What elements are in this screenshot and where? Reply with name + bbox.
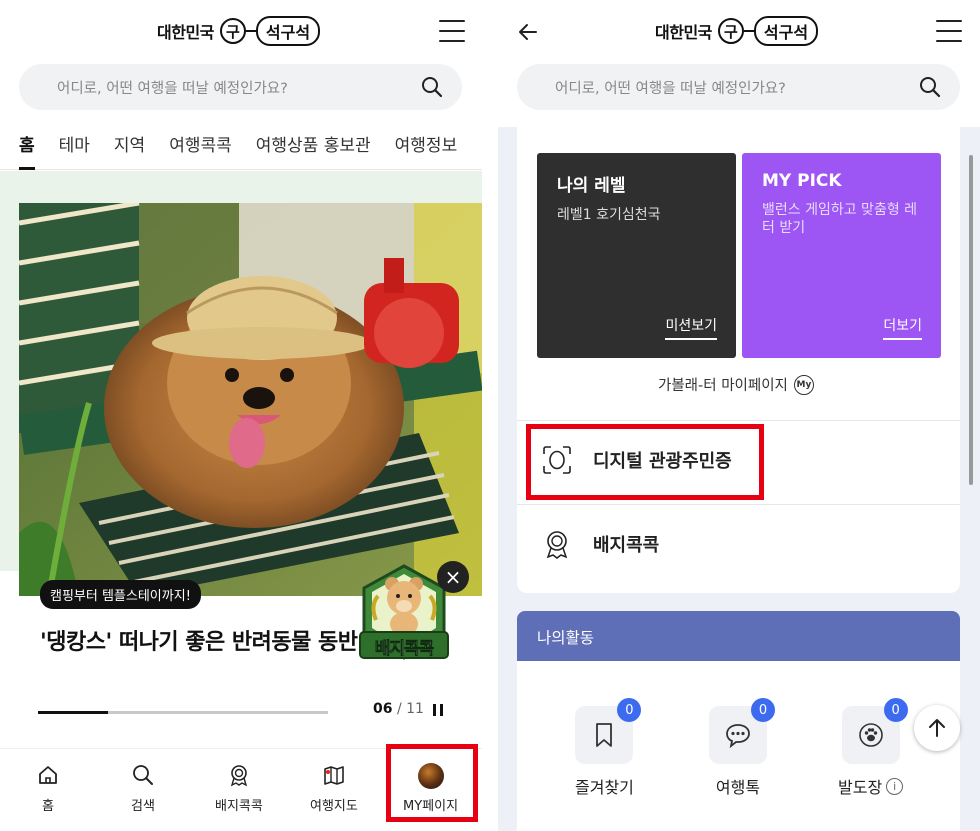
logo-connector: [743, 30, 754, 32]
search-icon[interactable]: [420, 75, 444, 99]
divider: [517, 504, 960, 505]
divider: [517, 420, 960, 421]
tab-product-promo[interactable]: 여행상품 홍보관: [256, 118, 371, 170]
search-placeholder: 어디로, 어떤 여행을 떠날 예정인가요?: [57, 80, 288, 97]
travel-talk-count: 0: [751, 698, 775, 722]
logo-gu-circle: 구: [717, 18, 744, 44]
activity-bookmarks[interactable]: 0 즐겨찾기: [575, 698, 642, 798]
logo-gu-circle: 구: [219, 18, 246, 44]
badge-icon: [230, 765, 248, 787]
bookmark-icon: [596, 723, 613, 747]
my-pick-title: MY PICK: [762, 171, 842, 191]
dog-photo: [19, 203, 482, 596]
mypage-header: 대한민국 구 석구석 어디로, 어떤 여행을 떠날 예정인가요?: [498, 0, 980, 127]
back-arrow-icon[interactable]: [516, 20, 540, 44]
nav-map[interactable]: 여행지도: [310, 763, 358, 814]
tab-travel-kokkok[interactable]: 여행콕콕: [169, 118, 232, 170]
search-icon: [133, 765, 153, 785]
search-placeholder: 어디로, 어떤 여행을 떠날 예정인가요?: [555, 80, 786, 97]
logo-connector: [245, 30, 256, 32]
pause-icon[interactable]: [433, 704, 443, 716]
scroll-top-button[interactable]: [914, 705, 960, 751]
my-activity-header: 나의활동: [517, 611, 960, 661]
tab-region[interactable]: 지역: [114, 118, 145, 170]
my-level-card[interactable]: 나의 레벨 레벨1 호기심천국 미션보기: [537, 153, 736, 358]
scrollbar[interactable]: [969, 155, 973, 485]
nav-badge-label: 배지콕콕: [215, 799, 263, 814]
slide-progress: [38, 711, 328, 714]
home-screen: 대한민국 구 석구석 어디로, 어떤 여행을 떠날 예정인가요? 홈 테마 지역…: [0, 0, 482, 831]
bookmark-icon-box: 0: [575, 698, 642, 764]
bookmark-label: 즐겨찾기: [575, 778, 634, 797]
logo-mark: 구 석구석: [219, 16, 321, 46]
site-logo[interactable]: 대한민국 구 석구석: [655, 16, 819, 46]
nav-home[interactable]: 홈: [36, 763, 60, 814]
nav-map-label: 여행지도: [310, 799, 358, 814]
search-icon[interactable]: [918, 75, 942, 99]
mypage-screen: 대한민국 구 석구석 어디로, 어떤 여행을 떠날 예정인가요? 나의 레벨 레…: [498, 0, 980, 831]
hero-image[interactable]: [19, 203, 482, 596]
nav-badge[interactable]: 배지콕콕: [215, 763, 263, 814]
mission-view-link[interactable]: 미션보기: [665, 315, 717, 340]
logo-korea-text: 대한민국: [157, 23, 214, 42]
footprints-label-row: 발도장 i: [838, 774, 904, 798]
tab-theme[interactable]: 테마: [59, 118, 90, 170]
menu-icon[interactable]: [439, 20, 465, 42]
logo-korea-text: 대한민국: [655, 23, 712, 42]
menu-icon[interactable]: [936, 20, 962, 42]
logo-pill: 석구석: [255, 16, 321, 46]
screen: 대한민국 구 석구석 어디로, 어떤 여행을 떠날 예정인가요? 홈 테마 지역…: [0, 0, 980, 831]
activity-travel-talk[interactable]: 0 여행톡: [709, 698, 775, 798]
mypage-link-label: 가볼래-터 마이페이지: [658, 378, 788, 394]
nav-search[interactable]: 검색: [131, 763, 155, 814]
tab-home[interactable]: 홈: [19, 118, 35, 170]
my-level-title: 나의 레벨: [557, 176, 626, 196]
hero-badge: 캠핑부터 템플스테이까지!: [40, 580, 201, 609]
tab-travel-info[interactable]: 여행정보: [395, 118, 458, 170]
mypage-link[interactable]: 가볼래-터 마이페이지 My: [658, 374, 814, 395]
footprints-count: 0: [883, 698, 908, 722]
search-bar[interactable]: 어디로, 어떤 여행을 떠날 예정인가요?: [517, 64, 960, 110]
my-icon: My: [793, 374, 814, 395]
arrow-up-icon: [929, 719, 945, 737]
slide-progress-fill: [38, 711, 108, 714]
chat-bubble-icon: [726, 724, 750, 749]
my-level-desc: 레벨1 호기심천국: [557, 207, 661, 223]
floating-badge-text: 배지콕콕: [374, 639, 434, 660]
hero-title[interactable]: '댕캉스' 떠나기 좋은 반려동물 동반: [40, 624, 360, 656]
chat-icon-box: 0: [709, 698, 775, 764]
slide-separator: /: [396, 701, 402, 717]
info-icon[interactable]: i: [886, 777, 904, 795]
category-tabs: 홈 테마 지역 여행콕콕 여행상품 홍보관 여행정보: [0, 118, 482, 170]
more-link[interactable]: 더보기: [883, 315, 922, 340]
nav-home-label: 홈: [42, 799, 54, 814]
logo-pill: 석구석: [753, 16, 819, 46]
footprints-label: 발도장: [838, 778, 883, 797]
my-pick-desc: 밸런스 게임하고 맞춤형 레터 받기: [762, 202, 918, 236]
medal-icon: [546, 531, 568, 559]
travel-talk-label: 여행톡: [715, 778, 761, 797]
site-logo[interactable]: 대한민국 구 석구석: [157, 16, 321, 46]
highlight-digital-card-box: [526, 424, 764, 500]
badge-kokkok-item[interactable]: 배지콕콕: [541, 528, 659, 560]
paw-icon-box: 0: [841, 698, 908, 764]
highlight-mypage-box: [386, 744, 478, 822]
map-icon: [324, 766, 344, 785]
activity-footprints[interactable]: 0 발도장 i: [838, 698, 908, 798]
floating-badge-close-button[interactable]: ×: [437, 561, 469, 593]
slide-counter: 06 / 11: [373, 701, 424, 717]
logo-mark: 구 석구석: [717, 16, 819, 46]
slide-total: 11: [406, 701, 424, 717]
home-icon: [39, 766, 57, 784]
search-bar[interactable]: 어디로, 어떤 여행을 떠날 예정인가요?: [19, 64, 462, 110]
nav-search-label: 검색: [131, 799, 155, 814]
badge-kokkok-label: 배지콕콕: [593, 535, 660, 556]
my-pick-card[interactable]: MY PICK 밸런스 게임하고 맞춤형 레터 받기 더보기: [742, 153, 941, 358]
slide-current: 06: [373, 701, 393, 717]
paw-icon: [858, 723, 883, 747]
